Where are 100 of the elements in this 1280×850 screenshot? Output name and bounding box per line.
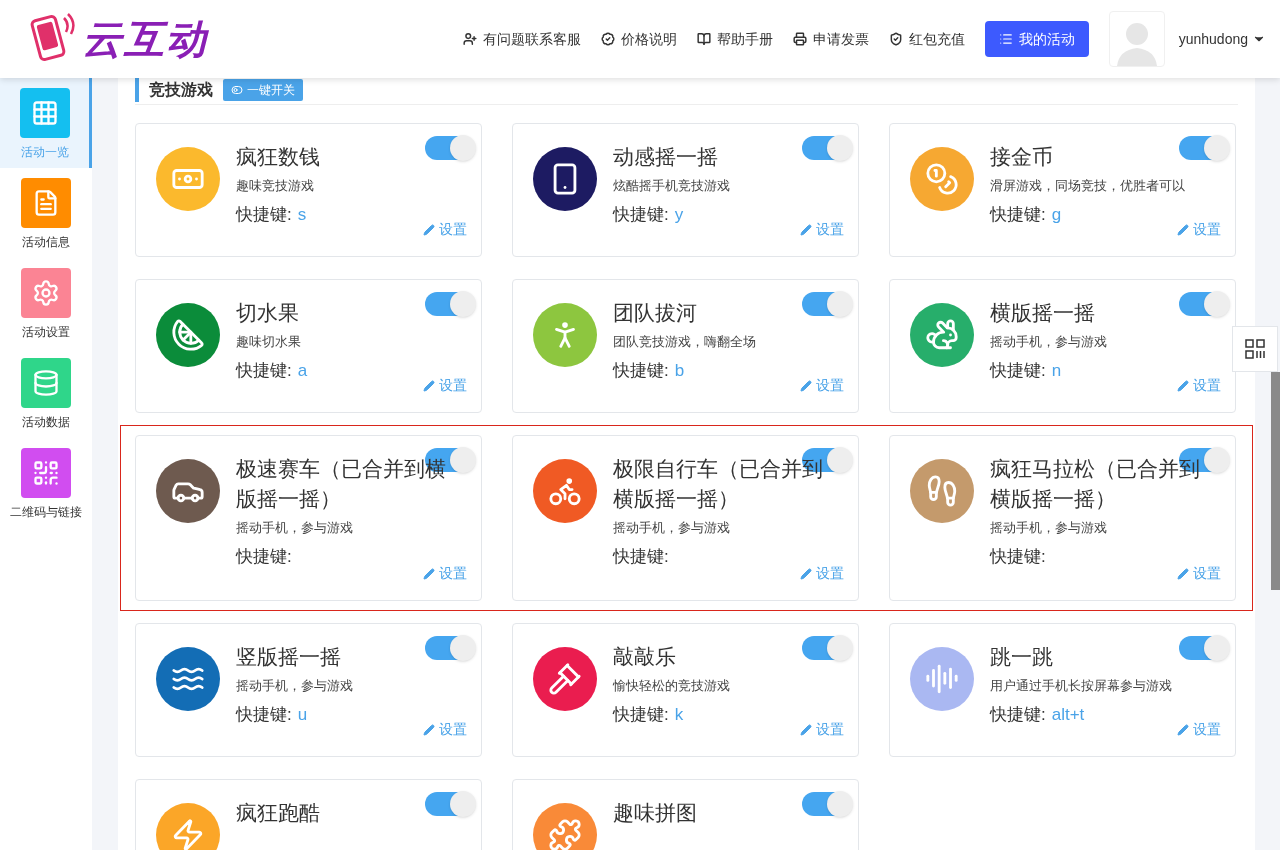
game-title: 趣味拼图 <box>613 800 698 826</box>
game-title: 跳一跳 <box>990 644 1054 670</box>
game-description: 摇动手机，参与游戏 <box>613 519 731 537</box>
toggle-switch[interactable] <box>425 136 475 160</box>
toggle-switch[interactable] <box>1179 136 1229 160</box>
game-title: 竖版摇一摇 <box>236 644 342 670</box>
toggle-switch[interactable] <box>802 792 852 816</box>
game-description: 趣味竞技游戏 <box>236 177 315 195</box>
scrollbar[interactable] <box>1271 372 1280 590</box>
pencil-icon <box>800 567 812 580</box>
hotkey-label: 快捷键: <box>613 703 669 726</box>
hotkey-value: s <box>297 203 307 226</box>
hotkey-label: 快捷键: <box>990 203 1046 226</box>
game-description: 趣味切水果 <box>236 333 302 351</box>
settings-link[interactable]: 设置 <box>800 375 844 396</box>
section-title: 竞技游戏 <box>135 78 213 102</box>
game-title: 疯狂数钱 <box>236 144 321 170</box>
game-description: 愉快轻松的竞技游戏 <box>613 677 731 695</box>
list-icon <box>998 32 1013 46</box>
toggle-switch[interactable] <box>425 792 475 816</box>
nav-link[interactable]: 价格说明 <box>600 28 677 50</box>
game-title: 团队拔河 <box>613 300 698 326</box>
badge-icon <box>600 32 615 46</box>
settings-link[interactable]: 设置 <box>800 563 844 584</box>
nav-link[interactable]: 红包充值 <box>888 28 965 50</box>
settings-link[interactable]: 设置 <box>423 219 467 240</box>
settings-link[interactable]: 设置 <box>800 719 844 740</box>
nav-link[interactable]: 申请发票 <box>792 28 869 50</box>
settings-link[interactable]: 设置 <box>423 563 467 584</box>
pencil-icon <box>423 223 435 236</box>
hotkey-label: 快捷键: <box>613 359 669 382</box>
hotkey-value: y <box>674 203 684 226</box>
sidebar-item[interactable]: 活动信息 <box>0 168 92 258</box>
game-description: 滑屏游戏，同场竞技，优胜者可以 <box>990 177 1186 195</box>
hotkey-value: n <box>1051 359 1062 382</box>
toggle-switch[interactable] <box>802 136 852 160</box>
sidebar-item[interactable]: 活动一览 <box>0 78 92 168</box>
my-activities-button[interactable]: 我的活动 <box>984 21 1089 57</box>
pencil-icon <box>800 723 812 736</box>
game-description: 炫酷摇手机竞技游戏 <box>613 177 731 195</box>
book-icon <box>696 32 711 46</box>
hotkey-value: k <box>674 703 684 726</box>
game-title: 横版摇一摇 <box>990 300 1096 326</box>
hotkey-label: 快捷键: <box>990 545 1046 568</box>
game-title: 疯狂跑酷 <box>236 800 321 826</box>
toggle-icon <box>231 84 243 96</box>
pencil-icon <box>423 723 435 736</box>
game-description: 摇动手机，参与游戏 <box>236 519 354 537</box>
settings-link[interactable]: 设置 <box>423 375 467 396</box>
game-description: 摇动手机，参与游戏 <box>990 333 1108 351</box>
settings-link[interactable]: 设置 <box>1177 563 1221 584</box>
pencil-icon <box>1177 379 1189 392</box>
toggle-switch[interactable] <box>802 636 852 660</box>
settings-link[interactable]: 设置 <box>1177 219 1221 240</box>
settings-link[interactable]: 设置 <box>800 219 844 240</box>
settings-link[interactable]: 设置 <box>1177 719 1221 740</box>
qr-code-button[interactable] <box>1232 326 1278 372</box>
pencil-icon <box>423 567 435 580</box>
game-title: 切水果 <box>236 300 300 326</box>
toggle-switch[interactable] <box>425 636 475 660</box>
printer-icon <box>792 32 807 46</box>
hotkey-label: 快捷键: <box>990 703 1046 726</box>
toggle-switch[interactable] <box>802 292 852 316</box>
brand-name: 云互动 <box>82 16 208 63</box>
game-title: 敲敲乐 <box>613 644 677 670</box>
sidebar-item[interactable]: 活动设置 <box>0 258 92 348</box>
pencil-icon <box>423 379 435 392</box>
sidebar-item[interactable]: 二维码与链接 <box>0 438 92 528</box>
user-menu[interactable]: yunhudong <box>1178 28 1266 50</box>
shield-icon <box>888 32 903 46</box>
hotkey-value: b <box>674 359 685 382</box>
toggle-switch[interactable] <box>1179 292 1229 316</box>
hotkey-label: 快捷键: <box>990 359 1046 382</box>
pencil-icon <box>1177 567 1189 580</box>
pencil-icon <box>800 379 812 392</box>
game-description: 摇动手机，参与游戏 <box>236 677 354 695</box>
qr-code-icon <box>1244 338 1266 360</box>
game-description: 摇动手机，参与游戏 <box>990 519 1108 537</box>
game-description: 团队竞技游戏，嗨翻全场 <box>613 333 757 351</box>
toggle-all-button[interactable]: 一键开关 <box>223 79 303 101</box>
toggle-switch[interactable] <box>425 292 475 316</box>
pencil-icon <box>800 223 812 236</box>
sidebar-item[interactable]: 活动数据 <box>0 348 92 438</box>
hotkey-label: 快捷键: <box>236 203 292 226</box>
hotkey-label: 快捷键: <box>236 703 292 726</box>
hotkey-label: 快捷键: <box>613 545 669 568</box>
game-title: 接金币 <box>990 144 1054 170</box>
hotkey-value: a <box>297 359 308 382</box>
hotkey-label: 快捷键: <box>613 203 669 226</box>
hotkey-label: 快捷键: <box>236 545 292 568</box>
hotkey-value: g <box>1051 203 1062 226</box>
game-description: 用户通过手机长按屏幕参与游戏 <box>990 677 1173 695</box>
hotkey-value: alt+t <box>1051 703 1085 726</box>
toggle-switch[interactable] <box>1179 636 1229 660</box>
nav-link[interactable]: 有问题联系客服 <box>462 28 581 50</box>
pencil-icon <box>1177 723 1189 736</box>
settings-link[interactable]: 设置 <box>1177 375 1221 396</box>
settings-link[interactable]: 设置 <box>423 719 467 740</box>
game-title: 动感摇一摇 <box>613 144 719 170</box>
nav-link[interactable]: 帮助手册 <box>696 28 773 50</box>
